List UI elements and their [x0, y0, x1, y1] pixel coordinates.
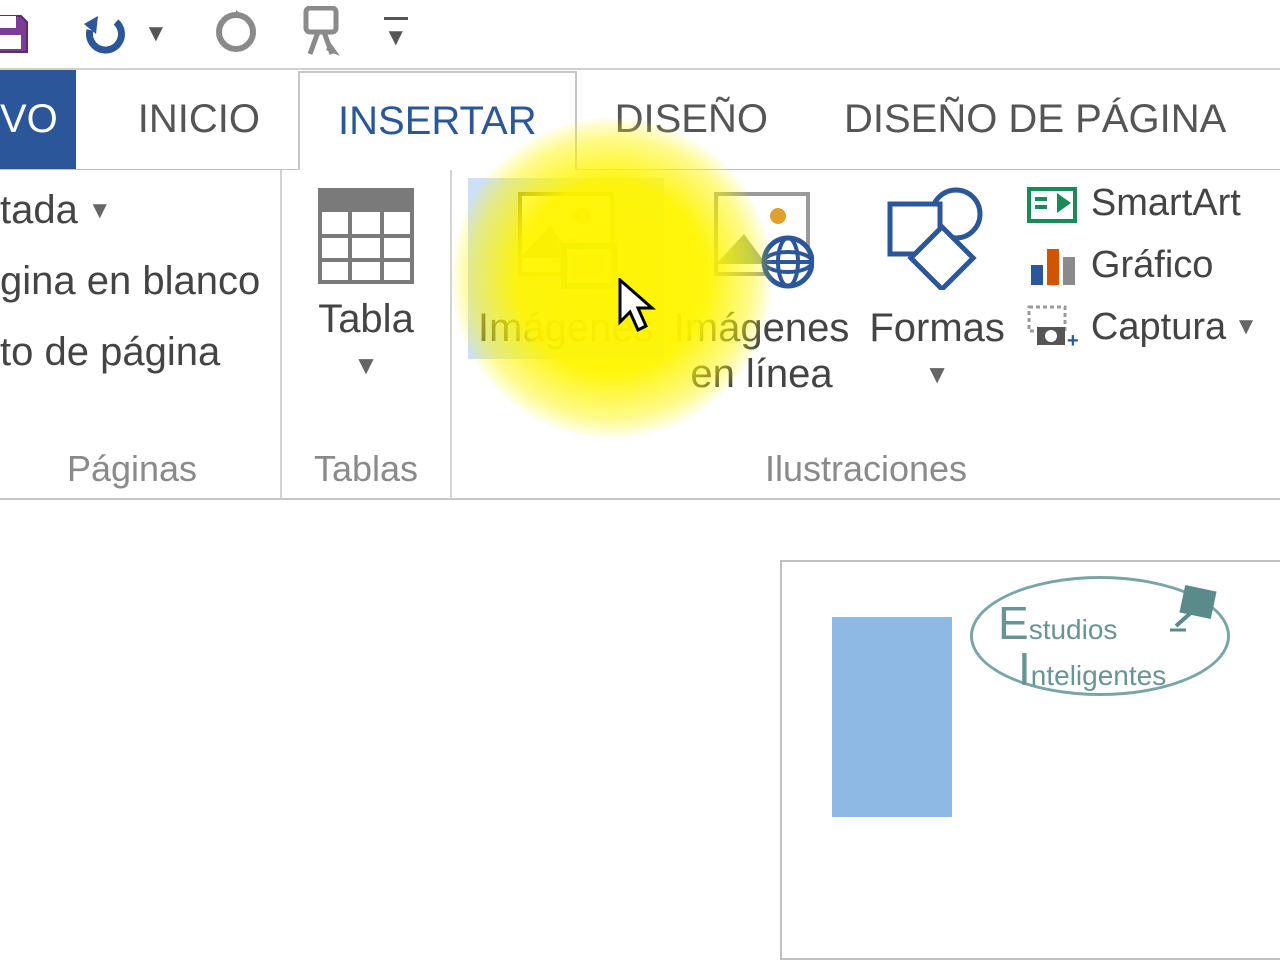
tab-diseno[interactable]: DISEÑO: [577, 70, 806, 169]
salto-de-pagina-button[interactable]: to de página: [0, 320, 264, 391]
smartart-icon: [1023, 183, 1081, 225]
save-icon[interactable]: [0, 13, 30, 55]
table-icon: [316, 186, 416, 291]
tab-diseno-pagina[interactable]: DISEÑO DE PÁGINA: [806, 70, 1264, 169]
chevron-down-icon: ▼: [924, 359, 950, 390]
document-shape: [832, 617, 952, 817]
group-paginas: tada▼ gina en blanco to de página Página…: [0, 170, 282, 498]
tab-archivo[interactable]: VO: [0, 70, 76, 169]
smartart-button[interactable]: SmartArt: [1023, 182, 1258, 225]
group-label-tablas: Tablas: [314, 442, 418, 492]
shapes-icon: [882, 186, 992, 295]
customize-qat-icon[interactable]: ▼: [384, 17, 408, 52]
chevron-down-icon: ▼: [1234, 313, 1258, 341]
group-tablas: Tabla ▼ Tablas: [282, 170, 452, 498]
undo-button[interactable]: ▼: [80, 12, 168, 56]
group-label-paginas: Páginas: [0, 442, 264, 492]
imagenes-en-linea-button[interactable]: Imágenes en línea: [664, 178, 860, 405]
tab-inicio[interactable]: INICIO: [100, 70, 298, 169]
touch-mode-icon[interactable]: [296, 6, 346, 63]
grafico-button[interactable]: Gráfico: [1023, 243, 1258, 287]
chevron-down-icon: ▼: [88, 197, 112, 225]
screenshot-icon: +: [1023, 305, 1081, 349]
online-picture-icon: [710, 186, 814, 295]
undo-dropdown-icon[interactable]: ▼: [144, 20, 168, 48]
tab-insertar[interactable]: INSERTAR: [298, 71, 577, 170]
group-label-ilustraciones: Ilustraciones: [468, 442, 1264, 492]
svg-text:+: +: [1067, 330, 1079, 349]
quick-access-toolbar: ▼ ▼: [0, 0, 1280, 70]
tabla-button[interactable]: Tabla ▼: [316, 186, 416, 381]
ribbon-tabs: VO INICIO INSERTAR DISEÑO DISEÑO DE PÁGI…: [0, 70, 1280, 170]
chart-icon: [1023, 243, 1081, 287]
captura-button[interactable]: + Captura ▼: [1023, 305, 1258, 349]
pagina-en-blanco-button[interactable]: gina en blanco: [0, 249, 264, 320]
portada-button[interactable]: tada▼: [0, 178, 264, 249]
redo-icon[interactable]: [212, 8, 260, 61]
picture-icon: [514, 186, 618, 295]
group-ilustraciones: Imágenes Imágenes: [452, 170, 1280, 498]
formas-button[interactable]: Formas ▼: [859, 178, 1015, 398]
chevron-down-icon: ▼: [353, 350, 379, 381]
watermark-logo: Estudios Inteligentes: [970, 576, 1230, 696]
cursor-icon: [616, 278, 660, 339]
